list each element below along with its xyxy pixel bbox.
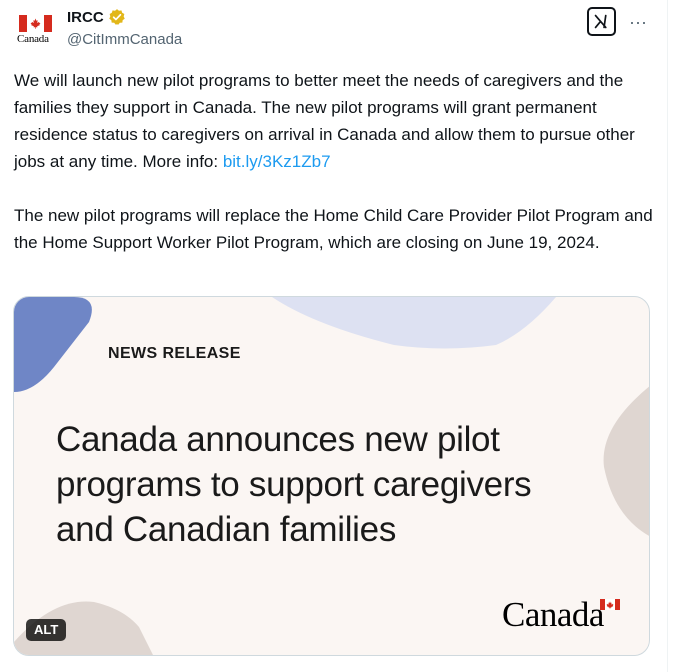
headline-line: programs to support caregivers — [56, 465, 532, 504]
avatar-wordmark: Canada — [17, 33, 49, 45]
canada-wordmark: Canada — [502, 595, 604, 634]
canada-flag-icon — [600, 599, 620, 610]
tweet-text: We will launch new pilot programs to bet… — [14, 67, 654, 256]
canada-flag-icon — [19, 15, 52, 32]
grok-icon — [594, 14, 607, 29]
avatar[interactable]: Canada — [14, 12, 58, 52]
tweet-paragraph-1: We will launch new pilot programs to bet… — [14, 67, 654, 175]
timeline-border — [667, 0, 668, 672]
display-name[interactable]: IRCC — [67, 9, 104, 26]
author-handle[interactable]: @CitImmCanada — [67, 31, 182, 48]
media-image[interactable]: NEWS RELEASE Canada announces new pilot … — [13, 296, 650, 656]
tweet-paragraph-2: The new pilot programs will replace the … — [14, 206, 653, 252]
grok-button[interactable] — [587, 7, 616, 36]
more-options-button[interactable]: ··· — [625, 10, 651, 34]
verified-badge-icon — [108, 9, 125, 25]
headline-line: and Canadian families — [56, 510, 397, 549]
headline-line: Canada announces new pilot — [56, 420, 500, 459]
media-headline: Canada announces new pilot programs to s… — [56, 417, 616, 552]
alt-text-button[interactable]: ALT — [26, 619, 67, 641]
author-name-row[interactable]: IRCC — [67, 7, 126, 27]
news-release-kicker: NEWS RELEASE — [108, 345, 241, 362]
tweet-link[interactable]: bit.ly/3Kz1Zb7 — [223, 152, 331, 171]
